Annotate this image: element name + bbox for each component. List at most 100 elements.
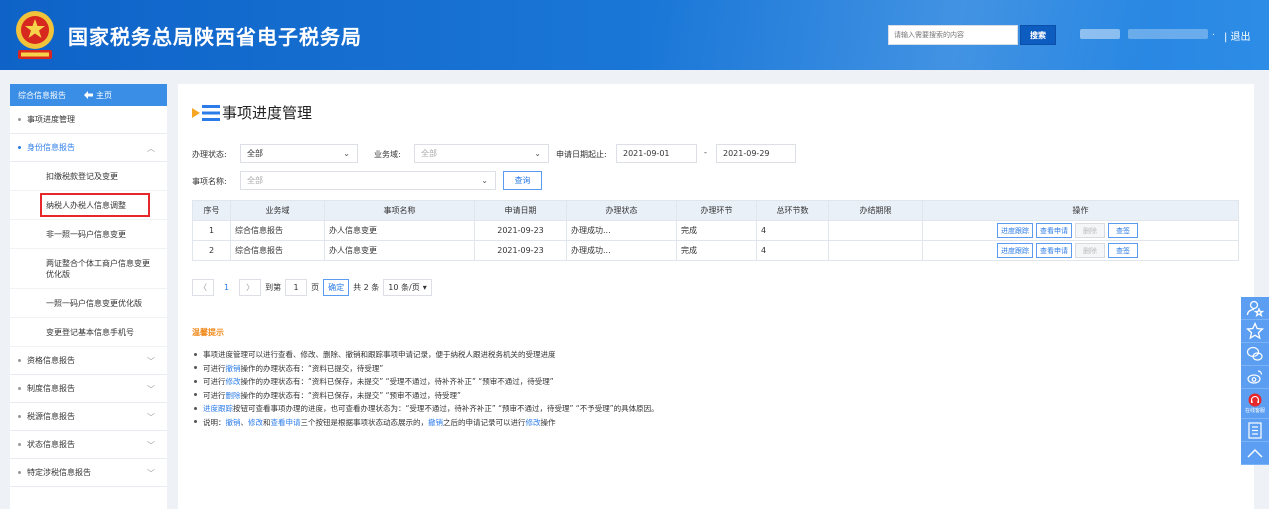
tip-keyword: 撤销 bbox=[225, 363, 241, 373]
cell-ops: 进度跟踪 查看申请 删除 查签 bbox=[922, 220, 1239, 241]
tip-text: 可进行 bbox=[203, 377, 226, 386]
notes-button[interactable] bbox=[1241, 419, 1269, 442]
track-progress-button[interactable]: 进度跟踪 bbox=[997, 223, 1033, 238]
tip-text: 和 bbox=[263, 417, 271, 427]
weibo-button[interactable] bbox=[1241, 366, 1269, 389]
sidebar: 综合信息报告 主页 事项进度管理 身份信息报告 ︿ 扣缴税款登记及变更 纳税人办… bbox=[10, 84, 167, 509]
user-separator: . bbox=[1212, 28, 1215, 38]
search-button[interactable]: 搜索 bbox=[1020, 25, 1056, 45]
tip-line: 可进行撤销操作的办理状态有：“资料已提交，待受理” bbox=[192, 362, 659, 376]
prev-page-button[interactable]: 〈 bbox=[192, 279, 214, 296]
back-to-top-button[interactable] bbox=[1241, 442, 1269, 465]
sidebar-item-tax-source[interactable]: 税源信息报告 ﹀ bbox=[10, 403, 167, 431]
list-title-icon bbox=[192, 104, 220, 121]
tip-text: 按钮可查看事项办理的进度，也可查看办理状态为：“受理不通过，待补齐补正” “预审… bbox=[233, 404, 659, 413]
date-to-input[interactable]: 2021-09-29 bbox=[716, 144, 796, 163]
cell-name: 办人信息变更 bbox=[324, 220, 475, 241]
chevron-down-icon: ⌄ bbox=[481, 176, 488, 185]
sign-button[interactable]: 查签 bbox=[1108, 243, 1138, 258]
tip-line: 可进行修改操作的办理状态有：“资料已保存，未提交” “受理不通过，待补齐补正” … bbox=[192, 375, 659, 389]
table-row: 1 综合信息报告 办人信息变更 2021-09-23 办理成功... 完成 4 … bbox=[192, 220, 1239, 241]
page-number[interactable]: 1 bbox=[218, 283, 235, 292]
cell-total: 4 bbox=[756, 240, 829, 261]
sidebar-subitem-unified[interactable]: 一照一码户信息变更优化版 bbox=[10, 289, 167, 318]
sidebar-item-label: 税源信息报告 bbox=[27, 412, 75, 421]
favorite-button[interactable] bbox=[1241, 320, 1269, 343]
col-header: 业务域 bbox=[230, 200, 325, 221]
online-service-label: 在线客服 bbox=[1244, 408, 1265, 414]
user-org-blurred bbox=[1128, 29, 1208, 39]
tips-title: 温馨提示 bbox=[192, 328, 224, 337]
status-select[interactable]: 全部 ⌄ bbox=[240, 144, 358, 163]
star-icon bbox=[1246, 322, 1264, 340]
query-button[interactable]: 查询 bbox=[503, 171, 542, 190]
home-label: 主页 bbox=[96, 90, 112, 100]
tip-keyword: 撤销 bbox=[428, 417, 443, 427]
chevron-down-icon: ﹀ bbox=[147, 357, 155, 366]
tip-keyword: 撤销 bbox=[225, 417, 241, 427]
sidebar-item-system[interactable]: 制度信息报告 ﹀ bbox=[10, 375, 167, 403]
cell-no: 2 bbox=[192, 240, 231, 261]
search-input[interactable] bbox=[888, 25, 1018, 45]
view-application-button[interactable]: 查看申请 bbox=[1036, 243, 1072, 258]
delete-button[interactable]: 删除 bbox=[1075, 223, 1105, 238]
domain-select-value: 全部 bbox=[421, 149, 437, 158]
page-unit-label: 页 bbox=[311, 283, 320, 292]
sidebar-subitem-withholding[interactable]: 扣缴税款登记及变更 bbox=[10, 162, 167, 191]
cell-total: 4 bbox=[756, 220, 829, 241]
document-icon bbox=[1248, 422, 1262, 439]
goto-confirm-button[interactable]: 确定 bbox=[323, 279, 350, 296]
bullet-icon bbox=[18, 118, 21, 121]
sidebar-subitem-phone[interactable]: 变更登记基本信息手机号 bbox=[10, 318, 167, 347]
chevron-up-icon: ︿ bbox=[147, 144, 155, 153]
sidebar-subitem-taxpayer-info[interactable]: 纳税人办税人信息调整 bbox=[10, 191, 167, 220]
tip-text: 可进行 bbox=[203, 363, 226, 373]
chevron-left-icon: 〈 bbox=[199, 283, 207, 292]
cell-stage: 完成 bbox=[676, 220, 757, 241]
status-select-value: 全部 bbox=[247, 149, 263, 158]
chevron-down-icon: ⌄ bbox=[343, 149, 350, 158]
item-name-select[interactable]: 全部 ⌄ bbox=[240, 171, 496, 190]
sign-button[interactable]: 查签 bbox=[1108, 223, 1138, 238]
wechat-button[interactable] bbox=[1241, 343, 1269, 366]
user-center-button[interactable] bbox=[1241, 297, 1269, 320]
goto-page-input[interactable]: 1 bbox=[285, 279, 308, 296]
cell-domain: 综合信息报告 bbox=[230, 220, 325, 241]
chevron-down-icon: ﹀ bbox=[147, 385, 155, 394]
progress-table: 序号 业务域 事项名称 申请日期 办理状态 办理环节 总环节数 办结期限 操作 … bbox=[192, 200, 1239, 261]
tip-keyword: 修改 bbox=[525, 417, 541, 427]
user-star-icon bbox=[1246, 300, 1264, 317]
col-header: 总环节数 bbox=[756, 200, 829, 221]
delete-button[interactable]: 删除 bbox=[1075, 243, 1105, 258]
tip-text: 之后的申请记录可以进行 bbox=[443, 417, 526, 427]
col-header: 办结期限 bbox=[828, 200, 923, 221]
date-from-input[interactable]: 2021-09-01 bbox=[616, 144, 697, 163]
sidebar-item-qualification[interactable]: 资格信息报告 ﹀ bbox=[10, 347, 167, 375]
page-size-value: 10 条/页 bbox=[388, 283, 420, 292]
sidebar-item-label: 特定涉税信息报告 bbox=[27, 468, 91, 477]
sidebar-item-progress[interactable]: 事项进度管理 bbox=[10, 106, 167, 134]
sidebar-item-specific[interactable]: 特定涉税信息报告 ﹀ bbox=[10, 459, 167, 487]
sidebar-subitem-individual[interactable]: 两证整合个体工商户信息变更优化版 bbox=[10, 249, 167, 289]
sidebar-item-status[interactable]: 状态信息报告 ﹀ bbox=[10, 431, 167, 459]
tip-line: 事项进度管理可以进行查看、修改、删除、撤销和跟踪事项申请记录，便于纳税人跟进税务… bbox=[192, 348, 659, 362]
domain-select[interactable]: 全部 ⌄ bbox=[414, 144, 549, 163]
page-size-select[interactable]: 10 条/页 ▾ bbox=[383, 279, 432, 296]
online-service-button[interactable]: 在线客服 bbox=[1241, 389, 1269, 419]
col-header: 操作 bbox=[922, 200, 1239, 221]
next-page-button[interactable]: 〉 bbox=[239, 279, 262, 296]
tip-keyword: 查看申请 bbox=[270, 417, 301, 427]
view-application-button[interactable]: 查看申请 bbox=[1036, 223, 1072, 238]
col-header: 办理状态 bbox=[566, 200, 677, 221]
bullet-icon bbox=[18, 443, 21, 446]
sidebar-item-identity[interactable]: 身份信息报告 ︿ bbox=[10, 134, 167, 162]
home-link[interactable]: 主页 bbox=[84, 90, 112, 101]
sidebar-item-label: 制度信息报告 bbox=[27, 384, 75, 393]
logout-link[interactable]: | 退出 bbox=[1224, 28, 1251, 43]
track-progress-button[interactable]: 进度跟踪 bbox=[997, 243, 1033, 258]
floating-toolbar: 在线客服 bbox=[1241, 297, 1269, 509]
cell-deadline bbox=[828, 240, 923, 261]
sidebar-item-label: 资格信息报告 bbox=[27, 356, 75, 365]
cell-status: 办理成功... bbox=[566, 220, 677, 241]
sidebar-subitem-non-unified[interactable]: 非一照一码户信息变更 bbox=[10, 220, 167, 249]
